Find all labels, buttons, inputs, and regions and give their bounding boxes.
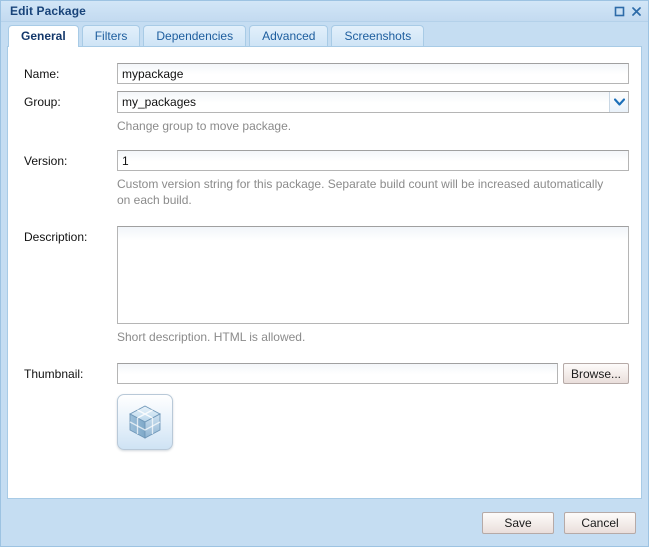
description-textarea[interactable] [117, 226, 629, 324]
chevron-down-icon [613, 98, 625, 106]
browse-button[interactable]: Browse... [562, 363, 629, 384]
version-row: Version: Custom version string for this … [8, 150, 641, 208]
version-label: Version: [24, 154, 68, 168]
thumbnail-preview[interactable] [117, 394, 173, 450]
group-hint: Change group to move package. [117, 119, 292, 133]
edit-package-window: Edit Package General Filters Dependencie… [0, 0, 649, 547]
tab-general[interactable]: General [8, 25, 79, 47]
version-hint: Custom version string for this package. … [117, 177, 604, 207]
group-field-wrap: Change group to move package. [117, 91, 629, 134]
close-icon [632, 6, 641, 16]
thumbnail-row: Thumbnail: Browse... [8, 363, 641, 450]
version-input[interactable] [117, 150, 629, 171]
name-label: Name: [24, 67, 60, 81]
description-label: Description: [24, 230, 88, 244]
tab-advanced[interactable]: Advanced [249, 25, 329, 46]
tab-filters[interactable]: Filters [81, 25, 141, 46]
window-title: Edit Package [10, 4, 86, 18]
save-button[interactable]: Save [482, 511, 554, 534]
group-row: Group: Change group to move package. [8, 91, 641, 134]
general-tab-panel: Name: Group: [7, 46, 642, 499]
maximize-icon [614, 6, 625, 16]
thumbnail-input[interactable] [117, 363, 558, 384]
close-button[interactable] [629, 4, 644, 19]
thumbnail-label: Thumbnail: [24, 367, 84, 381]
name-row: Name: [8, 63, 641, 84]
window-controls [612, 4, 644, 19]
package-cube-icon [129, 405, 161, 439]
dialog-footer: Save Cancel [1, 499, 648, 546]
description-row: Description: Short description. HTML is … [8, 226, 641, 345]
group-select-arrow-button[interactable] [609, 92, 628, 112]
name-field-wrap [117, 63, 629, 84]
title-bar: Edit Package [1, 1, 648, 22]
tab-strip: General Filters Dependencies Advanced Sc… [1, 22, 648, 47]
version-field-wrap: Custom version string for this package. … [117, 150, 629, 208]
package-form: Name: Group: [8, 47, 641, 450]
group-select-value[interactable] [117, 91, 629, 113]
description-field-wrap: Short description. HTML is allowed. [117, 226, 629, 345]
description-hint: Short description. HTML is allowed. [117, 330, 306, 344]
group-label: Group: [24, 95, 61, 109]
thumbnail-field-wrap: Browse... [117, 363, 629, 450]
tab-dependencies[interactable]: Dependencies [143, 25, 247, 46]
tab-screenshots[interactable]: Screenshots [331, 25, 425, 46]
cancel-button[interactable]: Cancel [564, 511, 636, 534]
group-select[interactable] [117, 91, 629, 113]
thumbnail-input-line: Browse... [117, 363, 629, 384]
name-input[interactable] [117, 63, 629, 84]
maximize-button[interactable] [612, 4, 627, 19]
